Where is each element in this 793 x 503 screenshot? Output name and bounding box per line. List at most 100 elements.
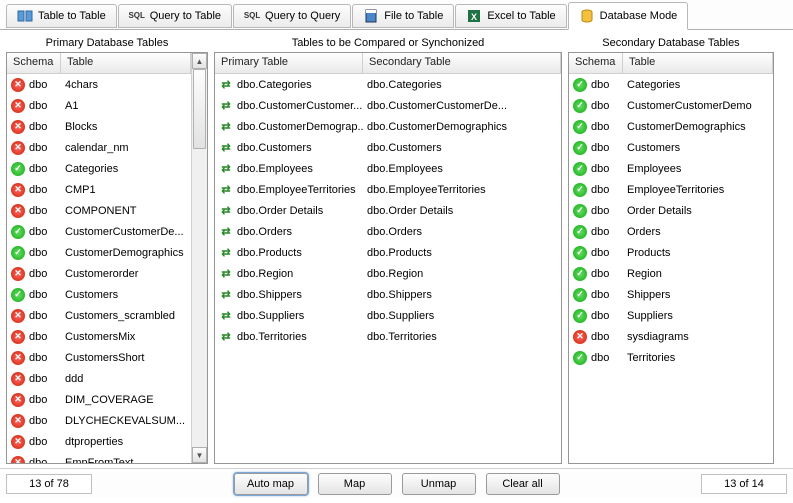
mapping-row[interactable]: ⇄dbo.Territoriesdbo.Territories: [215, 326, 561, 347]
table-row[interactable]: ✓dboRegion: [569, 263, 773, 284]
col-schema[interactable]: Schema: [7, 53, 61, 73]
table-row[interactable]: ✕dboddd: [7, 368, 191, 389]
tab-table-to-table[interactable]: Table to Table: [6, 4, 117, 28]
table-row[interactable]: ✕dboDLYCHECKEVALSUM...: [7, 410, 191, 431]
tab-label: Database Mode: [600, 10, 678, 22]
status-right: 13 of 14: [701, 474, 787, 494]
table-cell: Customers: [623, 142, 773, 154]
table-row[interactable]: ✓dboOrder Details: [569, 200, 773, 221]
primary-panel-title: Primary Database Tables: [6, 34, 208, 52]
secondary-cell: dbo.EmployeeTerritories: [363, 184, 561, 196]
table-row[interactable]: ✓dboTerritories: [569, 347, 773, 368]
unmap-button[interactable]: Unmap: [402, 473, 476, 495]
table-row[interactable]: ✓dboCustomerDemographics: [569, 116, 773, 137]
cross-icon: ✕: [11, 393, 25, 407]
check-icon: ✓: [11, 288, 25, 302]
table-row[interactable]: ✓dboCustomerCustomerDemo: [569, 95, 773, 116]
scroll-thumb[interactable]: [193, 69, 206, 149]
check-icon: ✓: [573, 288, 587, 302]
table-row[interactable]: ✕dboCustomersMix: [7, 326, 191, 347]
table-row[interactable]: ✓dboOrders: [569, 221, 773, 242]
col-table-r[interactable]: Table: [623, 53, 773, 73]
database-icon: [579, 8, 595, 24]
table-row[interactable]: ✓ dbo Suppliers: [569, 305, 773, 326]
table-row[interactable]: ✕dboA1: [7, 95, 191, 116]
check-icon: ✓: [573, 162, 587, 176]
schema-cell: dbo: [29, 163, 47, 175]
table-row[interactable]: ✓dboCategories: [569, 74, 773, 95]
table-row[interactable]: ✕dbocalendar_nm: [7, 137, 191, 158]
cross-icon: ✕: [11, 183, 25, 197]
tab-query-to-query[interactable]: SQLQuery to Query: [233, 4, 351, 28]
tab-file-to-table[interactable]: File to Table: [352, 4, 454, 28]
mapping-row[interactable]: ⇄dbo.Order Detailsdbo.Order Details: [215, 200, 561, 221]
tab-excel-to-table[interactable]: XExcel to Table: [455, 4, 566, 28]
clearall-button[interactable]: Clear all: [486, 473, 560, 495]
primary-cell: dbo.Customers: [237, 142, 312, 154]
col-secondary[interactable]: Secondary Table: [363, 53, 561, 73]
mapping-row[interactable]: ⇄dbo.Customersdbo.Customers: [215, 137, 561, 158]
table-row[interactable]: ✕dboCustomers_scrambled: [7, 305, 191, 326]
mapping-row[interactable]: ⇄dbo.EmployeeTerritoriesdbo.EmployeeTerr…: [215, 179, 561, 200]
schema-cell: dbo: [591, 310, 609, 322]
table-row[interactable]: ✕dbo4chars: [7, 74, 191, 95]
table-row[interactable]: ✕dboDIM_COVERAGE: [7, 389, 191, 410]
table-row[interactable]: ✓dboCustomerDemographics: [7, 242, 191, 263]
scroll-down-icon[interactable]: ▼: [192, 447, 207, 463]
table-row[interactable]: ✕dboEmpFromText: [7, 452, 191, 463]
map-button[interactable]: Map: [318, 473, 392, 495]
table-cell: Suppliers: [623, 310, 773, 322]
table-cell: dtproperties: [61, 436, 191, 448]
schema-cell: dbo: [591, 121, 609, 133]
table-cell: CMP1: [61, 184, 191, 196]
table-row[interactable]: ✕dboBlocks: [7, 116, 191, 137]
secondary-panel-title: Secondary Database Tables: [568, 34, 774, 52]
table-table-icon: [17, 8, 33, 24]
schema-cell: dbo: [29, 79, 47, 91]
primary-cell: dbo.Territories: [237, 331, 307, 343]
table-row[interactable]: ✓dboCustomers: [7, 284, 191, 305]
table-cell: CustomerCustomerDemo: [623, 100, 773, 112]
mapping-row[interactable]: ⇄dbo.Suppliersdbo.Suppliers: [215, 305, 561, 326]
col-schema-r[interactable]: Schema: [569, 53, 623, 73]
table-row[interactable]: ✕dbodtproperties: [7, 431, 191, 452]
mapping-row[interactable]: ⇄dbo.Categoriesdbo.Categories: [215, 74, 561, 95]
mapping-row[interactable]: ⇄dbo.Ordersdbo.Orders: [215, 221, 561, 242]
table-row[interactable]: ✓dboShippers: [569, 284, 773, 305]
table-row[interactable]: ✓dboProducts: [569, 242, 773, 263]
table-cell: calendar_nm: [61, 142, 191, 154]
check-icon: ✓: [573, 99, 587, 113]
tab-query-to-table[interactable]: SQLQuery to Table: [118, 4, 232, 28]
primary-scrollbar[interactable]: ▲ ▼: [191, 53, 207, 463]
check-icon: ✓: [573, 309, 587, 323]
mapping-row[interactable]: ⇄dbo.CustomerDemograp...dbo.CustomerDemo…: [215, 116, 561, 137]
cross-icon: ✕: [11, 372, 25, 386]
link-icon: ⇄: [219, 162, 233, 176]
col-table[interactable]: Table: [61, 53, 191, 73]
table-row[interactable]: ✕dboCMP1: [7, 179, 191, 200]
mapping-row[interactable]: ⇄dbo.Regiondbo.Region: [215, 263, 561, 284]
table-row[interactable]: ✕dboCOMPONENT: [7, 200, 191, 221]
scroll-up-icon[interactable]: ▲: [192, 53, 207, 69]
table-row[interactable]: ✓dboCategories: [7, 158, 191, 179]
table-row[interactable]: ✓dboEmployees: [569, 158, 773, 179]
table-row[interactable]: ✓dboEmployeeTerritories: [569, 179, 773, 200]
check-icon: ✓: [573, 183, 587, 197]
mapping-row[interactable]: ⇄dbo.Employeesdbo.Employees: [215, 158, 561, 179]
mapping-row[interactable]: ⇄dbo.CustomerCustomer...dbo.CustomerCust…: [215, 95, 561, 116]
table-row[interactable]: ✕dboCustomersShort: [7, 347, 191, 368]
table-row[interactable]: ✓dboCustomerCustomerDe...: [7, 221, 191, 242]
check-icon: ✓: [11, 246, 25, 260]
tab-database-mode[interactable]: Database Mode: [568, 2, 689, 30]
table-cell: Region: [623, 268, 773, 280]
table-row[interactable]: ✕dboCustomerorder: [7, 263, 191, 284]
cross-icon: ✕: [11, 309, 25, 323]
table-row[interactable]: ✕dbosysdiagrams: [569, 326, 773, 347]
automap-button[interactable]: Auto map: [234, 473, 308, 495]
table-cell: CustomersMix: [61, 331, 191, 343]
mapping-row[interactable]: ⇄dbo.Productsdbo.Products: [215, 242, 561, 263]
col-primary[interactable]: Primary Table: [215, 53, 363, 73]
mapping-row[interactable]: ⇄dbo.Shippersdbo.Shippers: [215, 284, 561, 305]
table-row[interactable]: ✓dboCustomers: [569, 137, 773, 158]
secondary-cell: dbo.Customers: [363, 142, 561, 154]
